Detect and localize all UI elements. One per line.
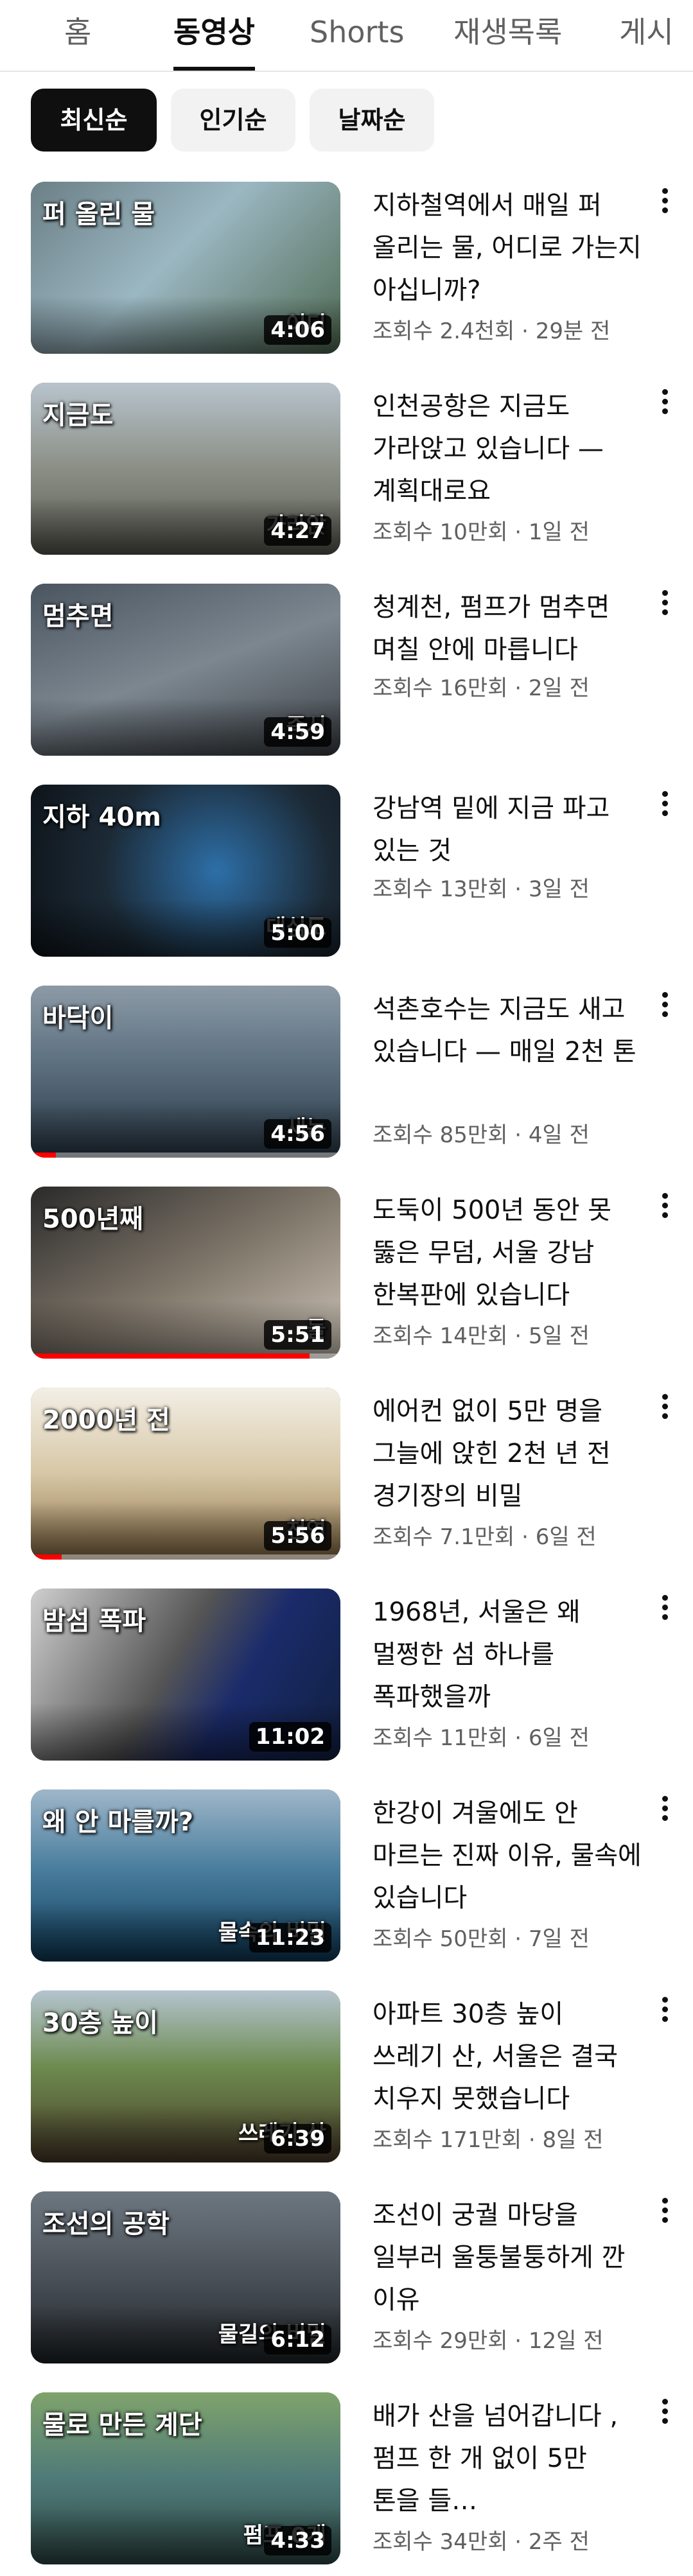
video-item[interactable]: 2000년 전 천연 5:56 에어컨 없이 5만 명을 그늘에 앉힌 2천 년… [0, 1388, 693, 1561]
video-item[interactable]: 바닥이 새는 4:56 석촌호수는 지금도 새고 있습니다 — 매일 2천 톤 … [0, 986, 693, 1159]
video-duration: 5:56 [264, 1521, 331, 1551]
video-title[interactable]: 석촌호수는 지금도 새고 있습니다 — 매일 2천 톤 [373, 988, 642, 1073]
video-thumbnail[interactable]: 밤섬 폭파 11:02 [31, 1588, 340, 1761]
video-meta: 조회수 13만회 · 3일 전 [373, 876, 590, 902]
video-thumbnail[interactable]: 퍼 올린 물 어디 4:06 [31, 182, 340, 354]
video-title[interactable]: 배가 산을 넘어갑니다 ,펌프 한 개 없이 5만 톤을 들… [373, 2395, 642, 2522]
video-item[interactable]: 30층 높이 쓰레기 산 6:39 아파트 30층 높이 쓰레기 산, 서울은 … [0, 1990, 693, 2164]
video-title[interactable]: 청계천, 펌프가 멈추면 며칠 안에 마릅니다 [373, 586, 642, 671]
thumbnail-caption: 지하 40m [42, 803, 161, 832]
video-duration: 11:23 [249, 1923, 331, 1953]
video-meta: 조회수 7.1만회 · 6일 전 [373, 1524, 597, 1550]
video-thumbnail[interactable]: 바닥이 새는 4:56 [31, 986, 340, 1158]
video-meta: 조회수 171만회 · 8일 전 [373, 2127, 604, 2153]
watch-progress-track [31, 1153, 340, 1158]
video-meta: 조회수 10만회 · 1일 전 [373, 519, 590, 545]
video-meta: 조회수 85만회 · 4일 전 [373, 1122, 590, 1148]
video-title[interactable]: 지하철역에서 매일 퍼 올리는 물, 어디로 가는지 아십니까? [373, 184, 642, 311]
video-item[interactable]: 밤섬 폭파 11:02 1968년, 서울은 왜 멀쩡한 섬 하나를 폭파했을까… [0, 1588, 693, 1762]
tab-posts[interactable]: 게시 [619, 6, 674, 71]
video-meta: 조회수 11만회 · 6일 전 [373, 1725, 590, 1751]
video-item[interactable]: 물로 만든 계단 펌프 0개 4:33 배가 산을 넘어갑니다 ,펌프 한 개 … [0, 2392, 693, 2566]
video-title[interactable]: 1968년, 서울은 왜 멀쩡한 섬 하나를 폭파했을까 [373, 1591, 642, 1718]
thumbnail-caption: 지금도 [42, 401, 114, 430]
video-duration: 6:12 [264, 2325, 331, 2354]
video-duration: 5:00 [264, 918, 331, 948]
more-vert-icon[interactable] [655, 1391, 674, 1430]
video-duration: 4:06 [264, 315, 331, 345]
watch-progress-bar [31, 1353, 310, 1359]
video-item[interactable]: 조선의 공학 물길의 비밀 6:12 조선이 궁궐 마당을 일부러 울퉁불퉁하게… [0, 2191, 693, 2365]
video-duration: 4:59 [264, 717, 331, 747]
more-vert-icon[interactable] [655, 989, 674, 1028]
tab-home[interactable]: 홈 [64, 6, 91, 71]
video-thumbnail[interactable]: 지금도 가라앉 4:27 [31, 383, 340, 555]
video-title[interactable]: 인천공항은 지금도 가라앉고 있습니다 — 계획대로요 [373, 385, 642, 512]
video-meta: 조회수 14만회 · 5일 전 [373, 1323, 590, 1349]
tab-playlists[interactable]: 재생목록 [453, 6, 562, 71]
thumbnail-caption: 퍼 올린 물 [42, 200, 155, 229]
more-vert-icon[interactable] [655, 186, 674, 224]
more-vert-icon[interactable] [655, 387, 674, 425]
more-vert-icon[interactable] [655, 1592, 674, 1631]
channel-tab-bar: 홈 동영상 Shorts 재생목록 게시 [0, 0, 693, 72]
video-title[interactable]: 에어컨 없이 5만 명을 그늘에 앉힌 2천 년 전 경기장의 비밀 [373, 1390, 642, 1517]
video-title[interactable]: 조선이 궁궐 마당을 일부러 울퉁불퉁하게 깐 이유 [373, 2194, 642, 2321]
more-vert-icon[interactable] [655, 1190, 674, 1229]
thumbnail-caption: 멈추면 [42, 602, 114, 631]
video-thumbnail[interactable]: 2000년 전 천연 5:56 [31, 1388, 340, 1560]
video-duration: 11:02 [249, 1722, 331, 1752]
sort-chips: 최신순 인기순 날짜순 [0, 89, 693, 152]
video-item[interactable]: 500년째 들 5:51 도둑이 500년 동안 못 뚫은 무덤, 서울 강남 … [0, 1187, 693, 1360]
video-duration: 5:51 [264, 1320, 331, 1350]
more-vert-icon[interactable] [655, 2396, 674, 2435]
video-duration: 4:56 [264, 1119, 331, 1149]
video-thumbnail[interactable]: 500년째 들 5:51 [31, 1187, 340, 1359]
video-thumbnail[interactable]: 왜 안 마를까? 물속의 비밀 11:23 [31, 1789, 340, 1962]
chip-popular[interactable]: 인기순 [171, 89, 295, 152]
thumbnail-caption: 바닥이 [42, 1004, 114, 1033]
video-thumbnail[interactable]: 멈추면 즉시 4:59 [31, 584, 340, 756]
more-vert-icon[interactable] [655, 788, 674, 827]
video-meta: 조회수 2.4천회 · 29분 전 [373, 318, 611, 344]
video-duration: 4:33 [264, 2526, 331, 2555]
thumbnail-caption: 조선의 공학 [42, 2209, 170, 2239]
video-thumbnail[interactable]: 물로 만든 계단 펌프 0개 4:33 [31, 2392, 340, 2564]
video-title[interactable]: 한강이 겨울에도 안 마르는 진짜 이유, 물속에 있습니다 [373, 1792, 642, 1919]
video-item[interactable]: 지금도 가라앉 4:27 인천공항은 지금도 가라앉고 있습니다 — 계획대로요… [0, 383, 693, 556]
thumbnail-caption: 물로 만든 계단 [42, 2410, 202, 2440]
video-item[interactable]: 멈추면 즉시 4:59 청계천, 펌프가 멈추면 며칠 안에 마릅니다 조회수 … [0, 584, 693, 757]
chip-oldest[interactable]: 날짜순 [310, 89, 434, 152]
thumbnail-caption: 30층 높이 [42, 2008, 158, 2038]
video-meta: 조회수 34만회 · 2주 전 [373, 2529, 590, 2555]
watch-progress-bar [31, 1554, 62, 1560]
video-title[interactable]: 아파트 30층 높이 쓰레기 산, 서울은 결국 치우지 못했습니다 [373, 1993, 642, 2120]
video-thumbnail[interactable]: 지하 40m 대심도 5:00 [31, 785, 340, 957]
video-meta: 조회수 16만회 · 2일 전 [373, 675, 590, 701]
watch-progress-track [31, 1554, 340, 1560]
video-title[interactable]: 도둑이 500년 동안 못 뚫은 무덤, 서울 강남 한복판에 있습니다 [373, 1189, 642, 1316]
video-item[interactable]: 퍼 올린 물 어디 4:06 지하철역에서 매일 퍼 올리는 물, 어디로 가는… [0, 182, 693, 355]
thumbnail-caption: 500년째 [42, 1205, 144, 1234]
tab-videos[interactable]: 동영상 [173, 6, 255, 71]
tab-shorts[interactable]: Shorts [310, 6, 404, 71]
video-meta: 조회수 50만회 · 7일 전 [373, 1926, 590, 1952]
video-thumbnail[interactable]: 30층 높이 쓰레기 산 6:39 [31, 1990, 340, 2163]
more-vert-icon[interactable] [655, 587, 674, 626]
watch-progress-bar [31, 1153, 56, 1158]
video-title[interactable]: 강남역 밑에 지금 파고 있는 것 [373, 787, 642, 872]
more-vert-icon[interactable] [655, 1994, 674, 2033]
video-thumbnail[interactable]: 조선의 공학 물길의 비밀 6:12 [31, 2191, 340, 2363]
more-vert-icon[interactable] [655, 2195, 674, 2234]
thumbnail-caption: 밤섬 폭파 [42, 1606, 146, 1636]
video-item[interactable]: 지하 40m 대심도 5:00 강남역 밑에 지금 파고 있는 것 조회수 13… [0, 785, 693, 958]
video-meta: 조회수 29만회 · 12일 전 [373, 2328, 604, 2354]
video-item[interactable]: 왜 안 마를까? 물속의 비밀 11:23 한강이 겨울에도 안 마르는 진짜 … [0, 1789, 693, 1963]
chip-latest[interactable]: 최신순 [31, 89, 157, 152]
video-duration: 6:39 [264, 2124, 331, 2154]
more-vert-icon[interactable] [655, 1793, 674, 1832]
video-duration: 4:27 [264, 516, 331, 546]
thumbnail-caption: 2000년 전 [42, 1405, 170, 1435]
thumbnail-caption: 왜 안 마를까? [42, 1807, 194, 1837]
